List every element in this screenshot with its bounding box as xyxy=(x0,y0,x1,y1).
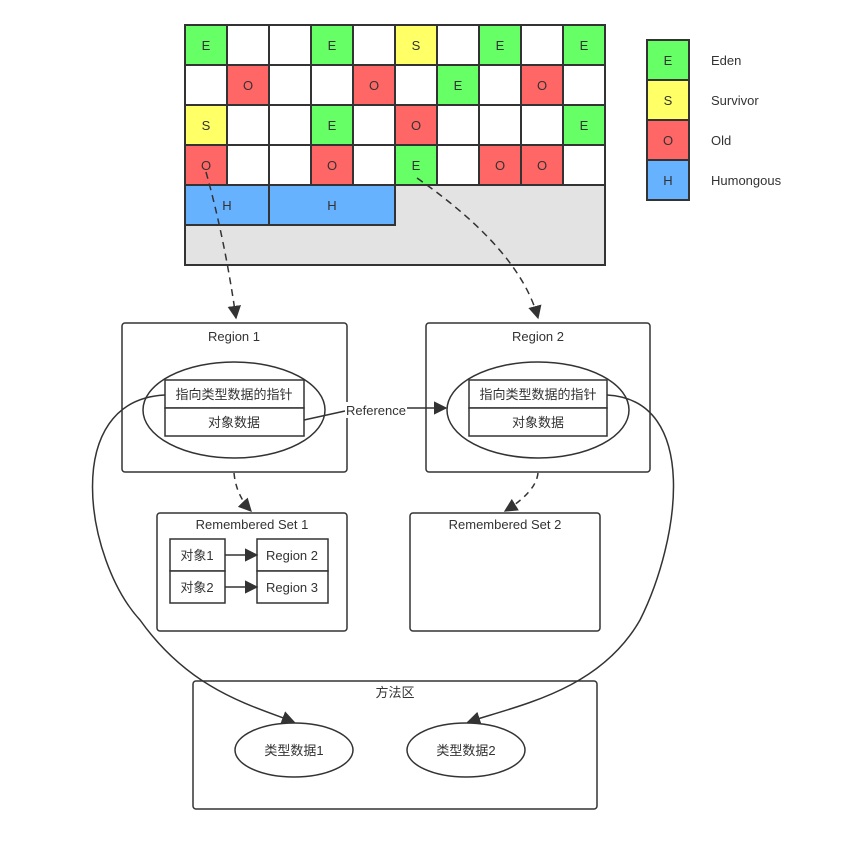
dashed-arrow-region2-to-rset2 xyxy=(503,472,539,512)
svg-text:O: O xyxy=(327,158,337,173)
svg-text:O: O xyxy=(243,78,253,93)
rset-1-region: Region 3 xyxy=(266,580,318,595)
svg-text:S: S xyxy=(664,93,673,108)
svg-text:Humongous: Humongous xyxy=(711,173,782,188)
heap-region-cell: S xyxy=(184,104,228,146)
type-data-2: 类型数据2 xyxy=(436,743,495,758)
legend-item-eden: E Eden xyxy=(646,39,741,81)
rset-1-region: Region 2 xyxy=(266,548,318,563)
remembered-set-2: Remembered Set 2 xyxy=(409,512,601,632)
svg-text:E: E xyxy=(412,158,421,173)
legend: E Eden S Survivor O Old H Humongous xyxy=(646,39,782,201)
region-2: Region 2 指向类型数据的指针 对象数据 xyxy=(425,322,651,473)
heap-region-cell xyxy=(352,104,396,146)
svg-text:Old: Old xyxy=(711,133,731,148)
heap-region-cell: E xyxy=(436,64,480,106)
svg-text:E: E xyxy=(664,53,673,68)
svg-text:O: O xyxy=(201,158,211,173)
svg-text:O: O xyxy=(411,118,421,133)
region-1-title: Region 1 xyxy=(208,329,260,344)
svg-text:E: E xyxy=(496,38,505,53)
heap-region-cell xyxy=(226,24,270,66)
svg-text:H: H xyxy=(222,198,231,213)
region-2-title: Region 2 xyxy=(512,329,564,344)
svg-text:S: S xyxy=(202,118,211,133)
svg-text:E: E xyxy=(454,78,463,93)
heap-region-cell: O xyxy=(520,144,564,186)
region-1: Region 1 指向类型数据的指针 对象数据 xyxy=(121,322,348,473)
heap-region-cell: E xyxy=(394,144,438,186)
type-data-1: 类型数据1 xyxy=(264,743,323,758)
heap-region-cell: O xyxy=(478,144,522,186)
heap-region-cell xyxy=(268,64,312,106)
rset-1-title: Remembered Set 1 xyxy=(196,517,309,532)
svg-text:O: O xyxy=(495,158,505,173)
heap-region-cell: E xyxy=(562,104,606,146)
svg-text:E: E xyxy=(580,38,589,53)
heap-region-cell: E xyxy=(310,24,354,66)
heap-region-cell: O xyxy=(226,64,270,106)
heap-region-cell xyxy=(520,24,564,66)
heap-region-cell: O xyxy=(310,144,354,186)
svg-text:O: O xyxy=(537,78,547,93)
svg-text:H: H xyxy=(663,173,672,188)
heap-region-cell xyxy=(268,104,312,146)
svg-text:E: E xyxy=(328,38,337,53)
heap-region-cell: O xyxy=(352,64,396,106)
heap-region-cell xyxy=(436,144,480,186)
heap-region-cell xyxy=(226,104,270,146)
svg-text:E: E xyxy=(328,118,337,133)
heap-region-cell: O xyxy=(520,64,564,106)
heap-region-cell xyxy=(478,104,522,146)
heap-region-cell xyxy=(226,144,270,186)
heap-region-cell xyxy=(310,64,354,106)
reference-label: Reference xyxy=(346,403,406,418)
method-area-title: 方法区 xyxy=(375,685,414,700)
heap-region-cell: O xyxy=(184,144,228,186)
heap-region-cell xyxy=(184,64,228,106)
svg-text:Eden: Eden xyxy=(711,53,741,68)
g1-heap-diagram: E E S E E O O E O S E O E O O E O O H H E Eden S Survivor O Old H… xyxy=(91,24,782,810)
svg-text:S: S xyxy=(412,38,421,53)
heap-region-cell xyxy=(478,64,522,106)
region-2-object-data: 对象数据 xyxy=(512,415,564,430)
remembered-set-1: Remembered Set 1 对象1 对象2 Region 2 Region… xyxy=(156,512,348,632)
heap-region-cell: O xyxy=(394,104,438,146)
heap-region-cell: E xyxy=(562,24,606,66)
humongous-region: H xyxy=(184,184,270,226)
heap-region-cell xyxy=(268,144,312,186)
heap-region-cell: E xyxy=(310,104,354,146)
svg-text:O: O xyxy=(369,78,379,93)
svg-text:H: H xyxy=(327,198,336,213)
heap-region-cell: E xyxy=(478,24,522,66)
dashed-arrow-region1-to-rset1 xyxy=(233,472,252,512)
heap-region-cell xyxy=(562,144,606,186)
heap-region-cell xyxy=(520,104,564,146)
heap-region-cell xyxy=(436,104,480,146)
region-1-object-data: 对象数据 xyxy=(208,415,260,430)
rset-1-object: 对象1 xyxy=(180,548,213,563)
heap-region-cell xyxy=(562,64,606,106)
svg-text:Survivor: Survivor xyxy=(711,93,759,108)
heap-region-cell: E xyxy=(184,24,228,66)
legend-item-survivor: S Survivor xyxy=(646,79,759,121)
humongous-region: H xyxy=(268,184,396,226)
heap-region-cell xyxy=(268,24,312,66)
svg-text:E: E xyxy=(580,118,589,133)
region-1-pointer: 指向类型数据的指针 xyxy=(175,387,292,402)
heap-region-cell: S xyxy=(394,24,438,66)
heap-region-cell xyxy=(352,24,396,66)
svg-text:O: O xyxy=(537,158,547,173)
legend-item-humongous: H Humongous xyxy=(646,159,782,201)
region-2-pointer: 指向类型数据的指针 xyxy=(479,387,596,402)
svg-text:E: E xyxy=(202,38,211,53)
svg-text:O: O xyxy=(663,133,673,148)
heap-region-cell xyxy=(436,24,480,66)
legend-item-old: O Old xyxy=(646,119,731,161)
rset-1-object: 对象2 xyxy=(180,580,213,595)
heap-region-grid: E E S E E O O E O S E O E O O E O O H H xyxy=(184,24,606,266)
heap-region-cell xyxy=(394,64,438,106)
rset-2-title: Remembered Set 2 xyxy=(449,517,562,532)
heap-region-cell xyxy=(352,144,396,186)
